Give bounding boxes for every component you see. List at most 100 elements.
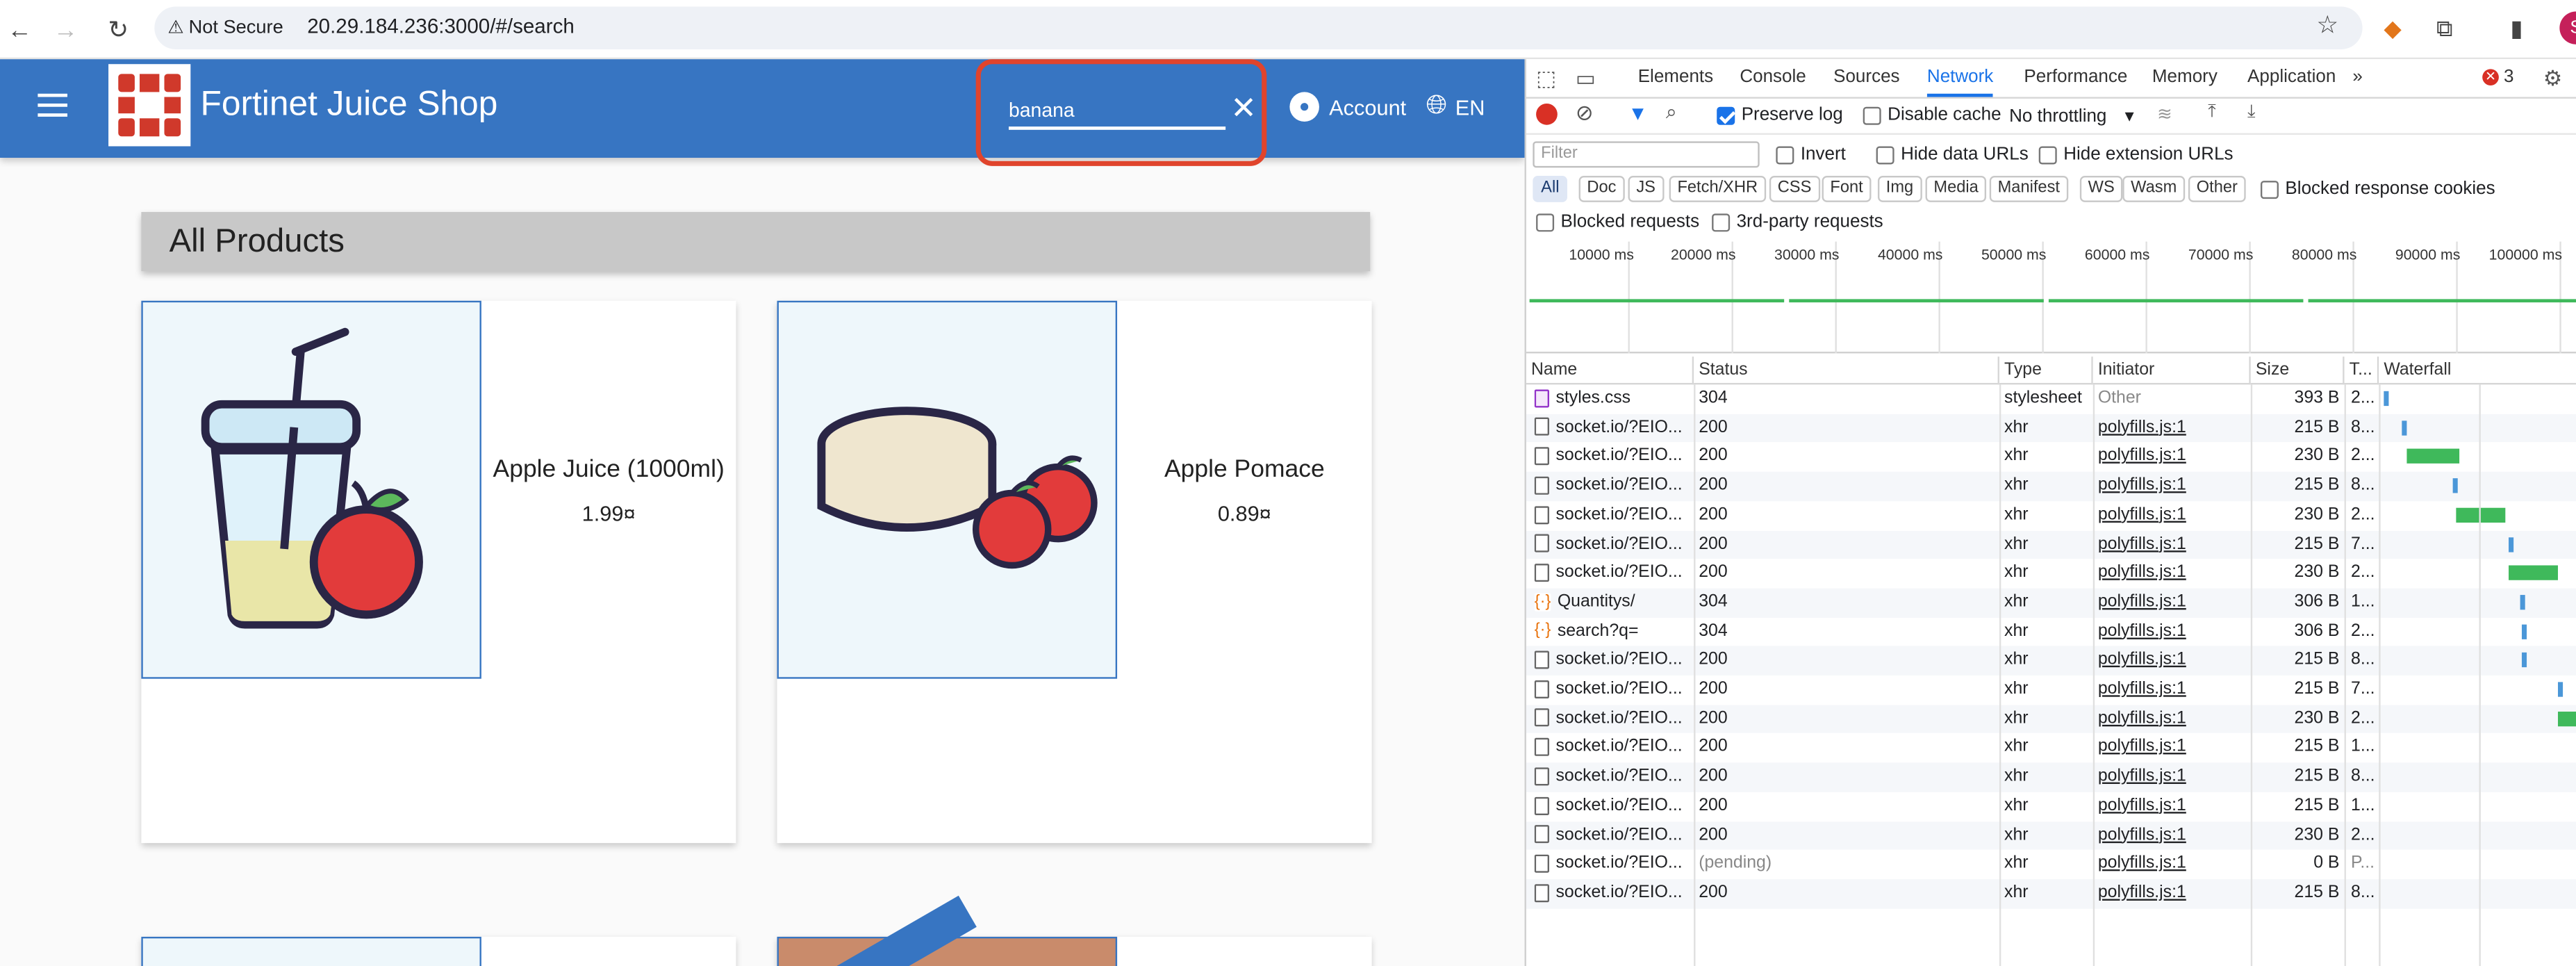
- waterfall-bar[interactable]: [2452, 478, 2458, 493]
- request-name[interactable]: socket.io/?EIO...: [1534, 850, 1692, 879]
- tab-application[interactable]: Application: [2247, 67, 2336, 87]
- product-image-apple-pomace[interactable]: [777, 300, 1118, 679]
- request-initiator[interactable]: polyfills.js:1: [2098, 617, 2246, 646]
- column-header-type[interactable]: Type: [1999, 357, 2093, 385]
- tab-elements[interactable]: Elements: [1638, 67, 1713, 87]
- request-name[interactable]: {·} search?q=: [1534, 617, 1692, 646]
- table-row[interactable]: socket.io/?EIO... 200 xhr polyfills.js:1 215…: [1526, 878, 2576, 908]
- product-image[interactable]: [141, 936, 481, 966]
- table-row[interactable]: socket.io/?EIO... 200 xhr polyfills.js:1 215…: [1526, 471, 2576, 501]
- waterfall-bar[interactable]: [2384, 391, 2389, 407]
- checkbox[interactable]: [1863, 106, 1881, 124]
- security-indicator[interactable]: ⚠ Not Secure: [167, 17, 283, 38]
- request-initiator[interactable]: polyfills.js:1: [2098, 443, 2246, 472]
- search-input[interactable]: [1008, 93, 1226, 130]
- request-name[interactable]: socket.io/?EIO...: [1534, 646, 1692, 676]
- request-name[interactable]: socket.io/?EIO...: [1534, 414, 1692, 443]
- export-har-icon[interactable]: ⤓: [2247, 102, 2256, 124]
- reload-icon[interactable]: ↻: [102, 13, 135, 46]
- request-initiator[interactable]: polyfills.js:1: [2098, 762, 2246, 792]
- table-row[interactable]: socket.io/?EIO... 200 xhr polyfills.js:1 230…: [1526, 704, 2576, 734]
- request-initiator[interactable]: polyfills.js:1: [2098, 472, 2246, 501]
- checkbox[interactable]: [1776, 145, 1794, 164]
- app-title[interactable]: Fortinet Juice Shop: [201, 85, 498, 125]
- column-header-time[interactable]: T...: [2344, 357, 2379, 385]
- checkbox-checked[interactable]: [1717, 106, 1735, 124]
- tab-memory[interactable]: Memory: [2152, 67, 2218, 87]
- request-name[interactable]: socket.io/?EIO...: [1534, 705, 1692, 734]
- request-name[interactable]: styles.css: [1534, 384, 1692, 414]
- side-panel-icon[interactable]: ▮: [2510, 15, 2523, 42]
- table-row[interactable]: socket.io/?EIO... 200 xhr polyfills.js:1 215…: [1526, 734, 2576, 763]
- request-initiator[interactable]: polyfills.js:1: [2098, 588, 2246, 617]
- network-conditions-icon[interactable]: ≋: [2157, 104, 2172, 124]
- device-toolbar-icon[interactable]: ▭: [1576, 66, 1596, 92]
- column-header-waterfall[interactable]: Waterfall: [2379, 357, 2576, 385]
- table-row[interactable]: socket.io/?EIO... 200 xhr polyfills.js:1 230…: [1526, 443, 2576, 472]
- forward-icon[interactable]: →: [49, 13, 82, 46]
- clear-icon[interactable]: ⊘: [1576, 100, 1594, 126]
- checkbox[interactable]: [1876, 145, 1894, 164]
- hamburger-menu-icon[interactable]: [38, 93, 67, 117]
- metamask-extension-icon[interactable]: ◆: [2384, 15, 2401, 42]
- network-overview-timeline[interactable]: 10000 ms 20000 ms 30000 ms 40000 ms 5000…: [1526, 241, 2576, 354]
- waterfall-bar[interactable]: [2521, 653, 2527, 668]
- filter-media[interactable]: Media: [1925, 176, 1987, 202]
- url-text[interactable]: 20.29.184.236:3000/#/search: [307, 15, 575, 38]
- column-header-initiator[interactable]: Initiator: [2092, 357, 2251, 385]
- request-initiator[interactable]: polyfills.js:1: [2098, 705, 2246, 734]
- table-row[interactable]: socket.io/?EIO... 200 xhr polyfills.js:1 215…: [1526, 530, 2576, 559]
- table-row[interactable]: socket.io/?EIO... 200 xhr polyfills.js:1 215…: [1526, 414, 2576, 443]
- back-icon[interactable]: ←: [3, 13, 36, 46]
- request-initiator[interactable]: polyfills.js:1: [2098, 414, 2246, 443]
- filter-wasm[interactable]: Wasm: [2122, 176, 2186, 202]
- waterfall-bar[interactable]: [2406, 449, 2460, 464]
- blocked-response-cookies-checkbox[interactable]: Blocked response cookies: [2260, 179, 2495, 199]
- product-card[interactable]: Apple Juice (1000ml) 1.99¤: [141, 300, 736, 844]
- column-header-name[interactable]: Name: [1526, 357, 1694, 385]
- inspect-element-icon[interactable]: ⬚: [1536, 66, 1556, 92]
- waterfall-bar[interactable]: [2557, 682, 2563, 697]
- table-row[interactable]: {·} Quantitys/304 xhr polyfills.js:1 306 B 1.…: [1526, 588, 2576, 618]
- request-initiator[interactable]: polyfills.js:1: [2098, 559, 2246, 588]
- waterfall-bar[interactable]: [2557, 711, 2576, 726]
- table-row[interactable]: styles.css 304 stylesheet Other 393 B 2...: [1526, 384, 2576, 414]
- filter-other[interactable]: Other: [2188, 176, 2246, 202]
- request-name[interactable]: socket.io/?EIO...: [1534, 879, 1692, 908]
- request-name[interactable]: socket.io/?EIO...: [1534, 676, 1692, 705]
- table-row[interactable]: socket.io/?EIO... 200 xhr polyfills.js:1 215…: [1526, 762, 2576, 792]
- tab-console[interactable]: Console: [1740, 67, 1806, 87]
- request-initiator[interactable]: polyfills.js:1: [2098, 879, 2246, 908]
- waterfall-bar[interactable]: [2521, 623, 2527, 639]
- fortinet-logo[interactable]: [108, 64, 191, 147]
- bookmark-star-icon[interactable]: ☆: [2316, 10, 2338, 40]
- error-count-badge[interactable]: ✕ 3: [2482, 67, 2513, 87]
- checkbox[interactable]: [1536, 213, 1555, 231]
- product-image-apple-juice[interactable]: [141, 300, 481, 679]
- filter-ws[interactable]: WS: [2079, 176, 2123, 202]
- checkbox[interactable]: [2260, 180, 2279, 199]
- blocked-requests-checkbox[interactable]: Blocked requests: [1536, 212, 1699, 231]
- waterfall-bar[interactable]: [2509, 565, 2558, 581]
- filter-doc[interactable]: Doc: [1578, 176, 1625, 202]
- request-initiator[interactable]: polyfills.js:1: [2098, 676, 2246, 705]
- filter-manifest[interactable]: Manifest: [1989, 176, 2068, 202]
- request-name[interactable]: socket.io/?EIO...: [1534, 501, 1692, 530]
- waterfall-bar[interactable]: [2520, 594, 2525, 610]
- request-name[interactable]: socket.io/?EIO...: [1534, 530, 1692, 559]
- search-icon[interactable]: ⌕: [1666, 100, 1677, 124]
- hide-extension-urls-checkbox[interactable]: Hide extension URLs: [2038, 145, 2234, 164]
- request-name[interactable]: socket.io/?EIO...: [1534, 734, 1692, 763]
- request-name[interactable]: {·} Quantitys/: [1534, 588, 1692, 617]
- table-row[interactable]: socket.io/?EIO... 200 xhr polyfills.js:1 230…: [1526, 821, 2576, 851]
- request-initiator[interactable]: polyfills.js:1: [2098, 850, 2246, 879]
- filter-img[interactable]: Img: [1877, 176, 1922, 202]
- table-row[interactable]: socket.io/?EIO... 200 xhr polyfills.js:1 215…: [1526, 646, 2576, 676]
- disable-cache-checkbox[interactable]: Disable cache: [1863, 105, 2001, 125]
- filter-all[interactable]: All: [1533, 176, 1568, 202]
- invert-checkbox[interactable]: Invert: [1776, 145, 1846, 164]
- filter-js[interactable]: JS: [1628, 176, 1664, 202]
- more-tabs-chevron-icon[interactable]: »: [2352, 67, 2362, 87]
- request-name[interactable]: socket.io/?EIO...: [1534, 762, 1692, 792]
- import-har-icon[interactable]: ⤒: [2208, 102, 2216, 124]
